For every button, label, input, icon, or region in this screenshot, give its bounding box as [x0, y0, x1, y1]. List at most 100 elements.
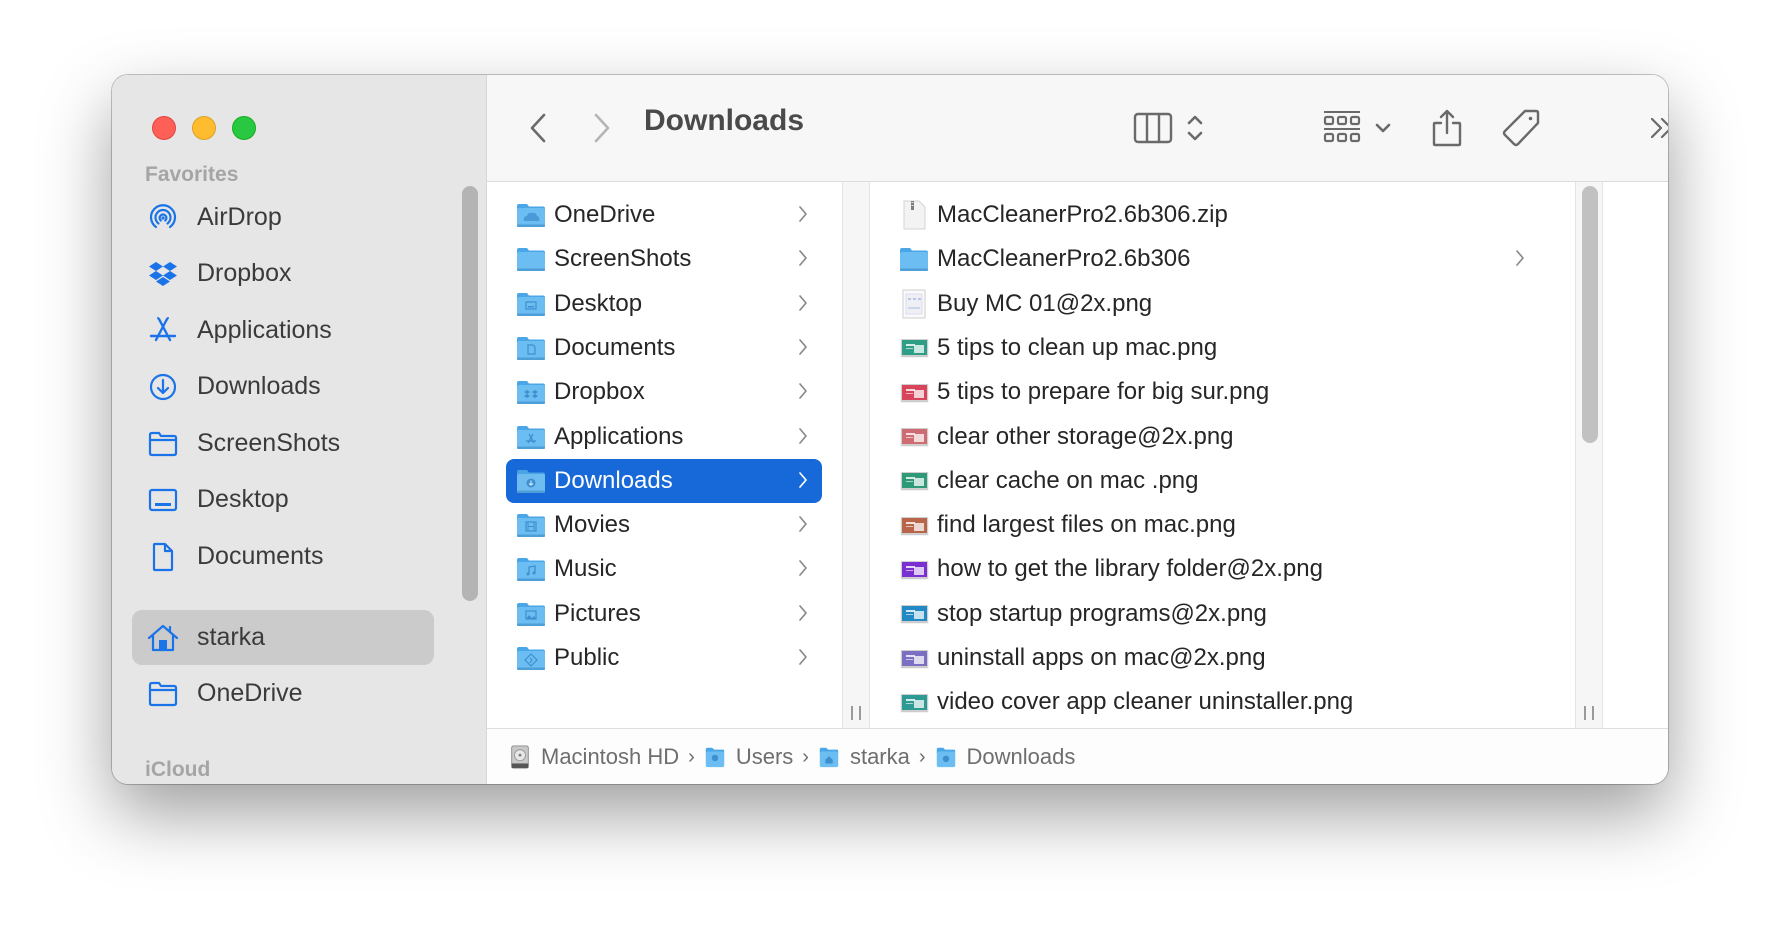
share-button[interactable]: [1427, 105, 1467, 151]
column-item-screenshots[interactable]: ScreenShots: [506, 237, 822, 281]
tag-button[interactable]: [1497, 105, 1545, 151]
file-item-label: uninstall apps on mac@2x.png: [937, 644, 1266, 671]
sidebar-item-label: Applications: [197, 316, 332, 344]
sidebar-section-favorites: Favorites: [145, 163, 239, 186]
dropbox-icon: [145, 256, 181, 292]
path-crumb-users[interactable]: Users: [704, 744, 793, 770]
file-item[interactable]: 5 tips to clean up mac.png: [899, 326, 1539, 370]
sidebar: Favorites AirDrop Dropbox Applications D…: [112, 75, 487, 784]
file-item[interactable]: clear cache on mac .png: [899, 459, 1539, 503]
file-item-label: clear other storage@2x.png: [937, 422, 1234, 450]
file-item[interactable]: Buy MC 01@2x.png: [899, 282, 1539, 326]
file-item[interactable]: video cover app cleaner uninstaller.png: [899, 680, 1539, 724]
back-button[interactable]: [523, 105, 553, 151]
sidebar-item-screenshots[interactable]: ScreenShots: [132, 416, 434, 471]
movies-folder-icon: [516, 512, 546, 538]
sidebar-item-label: Desktop: [197, 485, 289, 513]
sidebar-scrollbar[interactable]: [462, 186, 478, 601]
minimize-button[interactable]: [192, 116, 216, 140]
finder-window: Favorites AirDrop Dropbox Applications D…: [112, 75, 1668, 784]
file-item[interactable]: MacCleanerPro2.6b306.zip: [899, 193, 1539, 237]
view-mode-button[interactable]: [1130, 105, 1206, 151]
column-item-label: Music: [554, 555, 617, 583]
chevron-right-icon: [799, 383, 807, 400]
column-scrollbar[interactable]: [1582, 186, 1598, 443]
column-item-label: OneDrive: [554, 201, 656, 228]
sidebar-item-downloads[interactable]: Downloads: [132, 359, 434, 414]
sidebar-item-dropbox[interactable]: Dropbox: [132, 246, 434, 301]
home-icon: [145, 620, 181, 656]
zip-file-icon: [899, 200, 929, 230]
column-item-dropbox[interactable]: Dropbox: [506, 370, 822, 414]
path-crumb-starka[interactable]: starka: [818, 744, 910, 770]
file-item[interactable]: stop startup programs@2x.png: [899, 592, 1539, 636]
file-item-label: stop startup programs@2x.png: [937, 599, 1267, 627]
column-view-icon: [1133, 112, 1173, 144]
column-item-label: Applications: [554, 422, 684, 450]
folder-item[interactable]: MacCleanerPro2.6b306: [899, 237, 1539, 281]
column-item-downloads[interactable]: Downloads: [506, 458, 822, 503]
path-crumb-label: starka: [849, 744, 910, 769]
group-button[interactable]: [1321, 105, 1393, 151]
column-item-pictures[interactable]: Pictures: [506, 592, 822, 636]
column-item-public[interactable]: Public: [506, 636, 822, 680]
column-item-applications[interactable]: Applications: [506, 415, 822, 459]
chevron-right-icon: [1516, 250, 1524, 267]
grid-group-icon: [1323, 111, 1361, 143]
close-button[interactable]: [152, 116, 176, 140]
file-item[interactable]: uninstall apps on mac@2x.png: [899, 636, 1539, 680]
column-item-label: Documents: [554, 333, 676, 361]
sidebar-item-label: OneDrive: [197, 679, 303, 707]
folder-icon: [145, 676, 181, 712]
path-crumb-macintosh-hd[interactable]: Macintosh HD: [509, 744, 679, 770]
column-item-onedrive[interactable]: OneDrive: [506, 193, 822, 237]
more-toolbar-button[interactable]: [1647, 105, 1668, 151]
download-circle-icon: [145, 369, 181, 405]
column-item-documents[interactable]: Documents: [506, 326, 822, 370]
path-crumb-label: Users: [735, 744, 794, 769]
chevron-right-icon: [799, 560, 807, 577]
file-item[interactable]: 5 tips to prepare for big sur.png: [899, 370, 1539, 414]
file-item[interactable]: clear other storage@2x.png: [899, 415, 1539, 459]
sidebar-item-onedrive[interactable]: OneDrive: [132, 666, 434, 721]
chevron-right-icon: [799, 471, 807, 488]
image-file-icon: [899, 643, 929, 673]
home-folder-icon: [818, 745, 850, 769]
downloads-folder-icon: [935, 745, 967, 769]
column-item-music[interactable]: Music: [506, 547, 822, 591]
path-crumb-downloads[interactable]: Downloads: [935, 744, 1075, 770]
sidebar-item-applications[interactable]: Applications: [132, 303, 434, 358]
path-separator: ›: [802, 745, 809, 768]
sidebar-item-starka[interactable]: starka: [132, 610, 434, 665]
sidebar-item-label: Documents: [197, 542, 324, 570]
chevron-right-icon: [799, 516, 807, 532]
users-folder-icon: [704, 745, 736, 769]
public-folder-icon: [516, 645, 546, 671]
file-item-label: clear cache on mac .png: [937, 466, 1199, 494]
column-item-label: Public: [554, 644, 620, 671]
forward-button[interactable]: [587, 105, 617, 151]
chevron-right-icon: [594, 113, 610, 143]
applications-icon: [145, 313, 181, 349]
sidebar-item-label: starka: [197, 623, 266, 651]
column-item-movies[interactable]: Movies: [506, 503, 822, 547]
path-separator: ›: [688, 745, 695, 768]
file-item[interactable]: how to get the library folder@2x.png: [899, 547, 1539, 591]
chevron-down-icon: [1375, 123, 1391, 133]
column-item-desktop[interactable]: Desktop: [506, 282, 822, 326]
sidebar-item-airdrop[interactable]: AirDrop: [132, 190, 434, 245]
sidebar-item-label: Dropbox: [197, 259, 292, 287]
sidebar-item-documents[interactable]: Documents: [132, 529, 434, 584]
zoom-button[interactable]: [232, 116, 256, 140]
path-bar: Macintosh HD › Users › starka › Downloads: [487, 728, 1668, 784]
image-file-icon: [899, 422, 929, 452]
column-resize-handle[interactable]: [1584, 706, 1594, 720]
chevron-right-icon: [799, 339, 807, 355]
chevron-right-icon: [799, 604, 807, 621]
sidebar-item-desktop[interactable]: Desktop: [132, 472, 434, 527]
file-item[interactable]: find largest files on mac.png: [899, 503, 1539, 547]
column-item-label: Downloads: [554, 466, 673, 494]
column-divider[interactable]: [842, 182, 870, 728]
chevron-right-icon: [799, 206, 807, 222]
column-resize-handle[interactable]: [851, 706, 861, 720]
